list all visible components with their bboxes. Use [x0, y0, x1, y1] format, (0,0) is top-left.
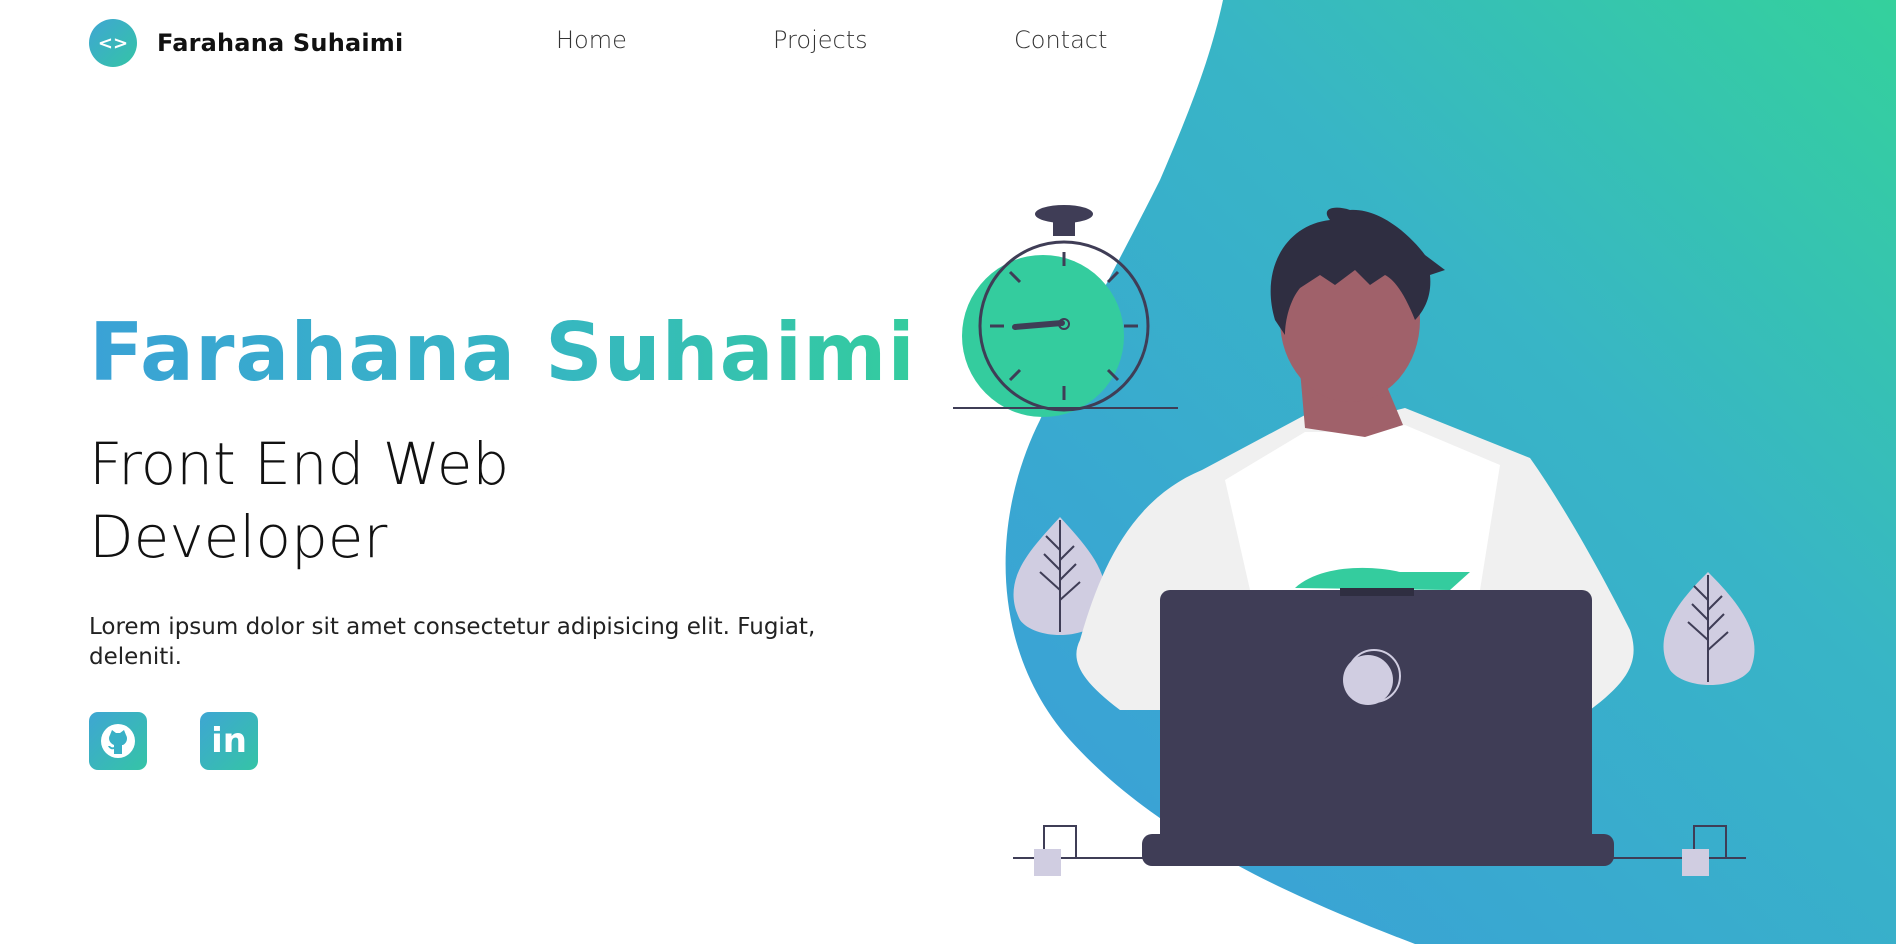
hero-title: Farahana Suhaimi [89, 306, 916, 399]
hero-role: Front End Web Developer [89, 430, 510, 571]
nav-home[interactable]: Home [556, 26, 627, 54]
nav-contact[interactable]: Contact [1014, 26, 1107, 54]
plant-leaf-icon [1663, 572, 1755, 685]
site-header: <> Farahana Suhaimi Home Projects Contac… [0, 0, 1896, 86]
hero-description: Lorem ipsum dolor sit amet consectetur a… [89, 614, 816, 670]
linkedin-icon: in [211, 721, 247, 761]
brand-link[interactable]: <> Farahana Suhaimi [89, 19, 403, 67]
github-link[interactable] [89, 712, 147, 770]
github-icon [101, 724, 135, 758]
code-icon: <> [89, 19, 137, 67]
laptop-icon [1142, 588, 1614, 866]
brand-name: Farahana Suhaimi [157, 29, 404, 57]
linkedin-link[interactable]: in [200, 712, 258, 770]
stopwatch-icon [953, 205, 1178, 417]
nav-projects[interactable]: Projects [773, 26, 868, 54]
developer-illustration [953, 205, 1755, 876]
